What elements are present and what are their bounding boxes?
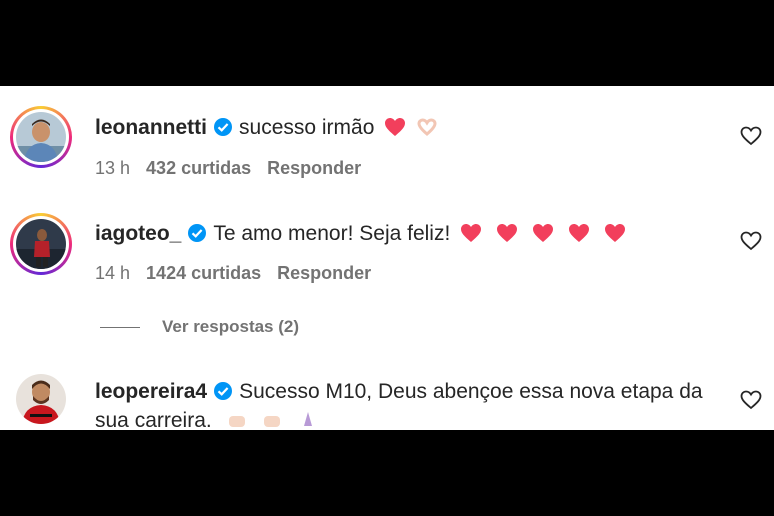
like-count[interactable]: 1424 curtidas — [146, 263, 261, 283]
comment-line: leonannetti sucesso irmão — [95, 115, 438, 141]
reply-button[interactable]: Responder — [267, 158, 361, 178]
timestamp: 13 h — [95, 158, 131, 178]
like-heart-icon[interactable] — [740, 390, 762, 410]
like-heart-icon[interactable] — [740, 231, 762, 251]
verified-badge-icon — [214, 382, 233, 400]
avatar-photo — [16, 219, 66, 269]
comment-line: iagoteo_ Te amo menor! Seja feliz! — [95, 221, 626, 247]
red-heart-emoji-icon — [461, 224, 482, 242]
red-heart-emoji-icon — [532, 224, 553, 242]
comment-text: Sucesso M10, Deus abençoe essa nova etap… — [239, 380, 703, 403]
avatar-photo — [16, 112, 66, 162]
avatar[interactable] — [10, 368, 72, 430]
heart-hands-emoji-icon — [417, 118, 437, 136]
avatar[interactable] — [10, 213, 72, 275]
reply-button[interactable]: Responder — [277, 263, 371, 283]
comment-meta: 13 h 432 curtidas Responder — [95, 158, 377, 179]
replies-divider — [100, 327, 140, 329]
fist-emoji-icon — [228, 416, 245, 427]
verified-badge-icon — [214, 118, 233, 136]
like-count[interactable]: 432 curtidas — [146, 158, 251, 178]
red-heart-emoji-icon — [496, 224, 517, 242]
comment-line: leopereira4 Sucesso M10, Deus abençoe ess… — [95, 379, 703, 405]
fist-emoji-icon — [264, 416, 281, 427]
view-replies-label: Ver respostas (2) — [162, 317, 300, 336]
red-heart-emoji-icon — [385, 118, 406, 136]
comment-meta: 14 h 1424 curtidas Responder — [95, 263, 387, 284]
avatar-photo — [16, 374, 66, 424]
username[interactable]: leopereira4 — [95, 380, 207, 403]
like-heart-icon[interactable] — [740, 126, 762, 146]
praying-hands-emoji-icon — [304, 412, 313, 426]
red-heart-emoji-icon — [604, 224, 625, 242]
comment-text: sucesso irmão — [239, 116, 375, 139]
comments-panel: leonannetti sucesso irmão 13 h 432 curtida… — [0, 86, 774, 430]
username[interactable]: leonannetti — [95, 116, 207, 139]
timestamp: 14 h — [95, 263, 131, 283]
avatar[interactable] — [10, 106, 72, 168]
comment-line-2: sua carreira. — [95, 408, 319, 430]
verified-badge-icon — [188, 224, 207, 242]
username[interactable]: iagoteo_ — [95, 222, 181, 245]
red-heart-emoji-icon — [568, 224, 589, 242]
comment-text-continued: sua carreira. — [95, 409, 212, 430]
comment-text: Te amo menor! Seja feliz! — [213, 222, 451, 245]
view-replies-button[interactable]: Ver respostas (2) — [100, 317, 299, 337]
